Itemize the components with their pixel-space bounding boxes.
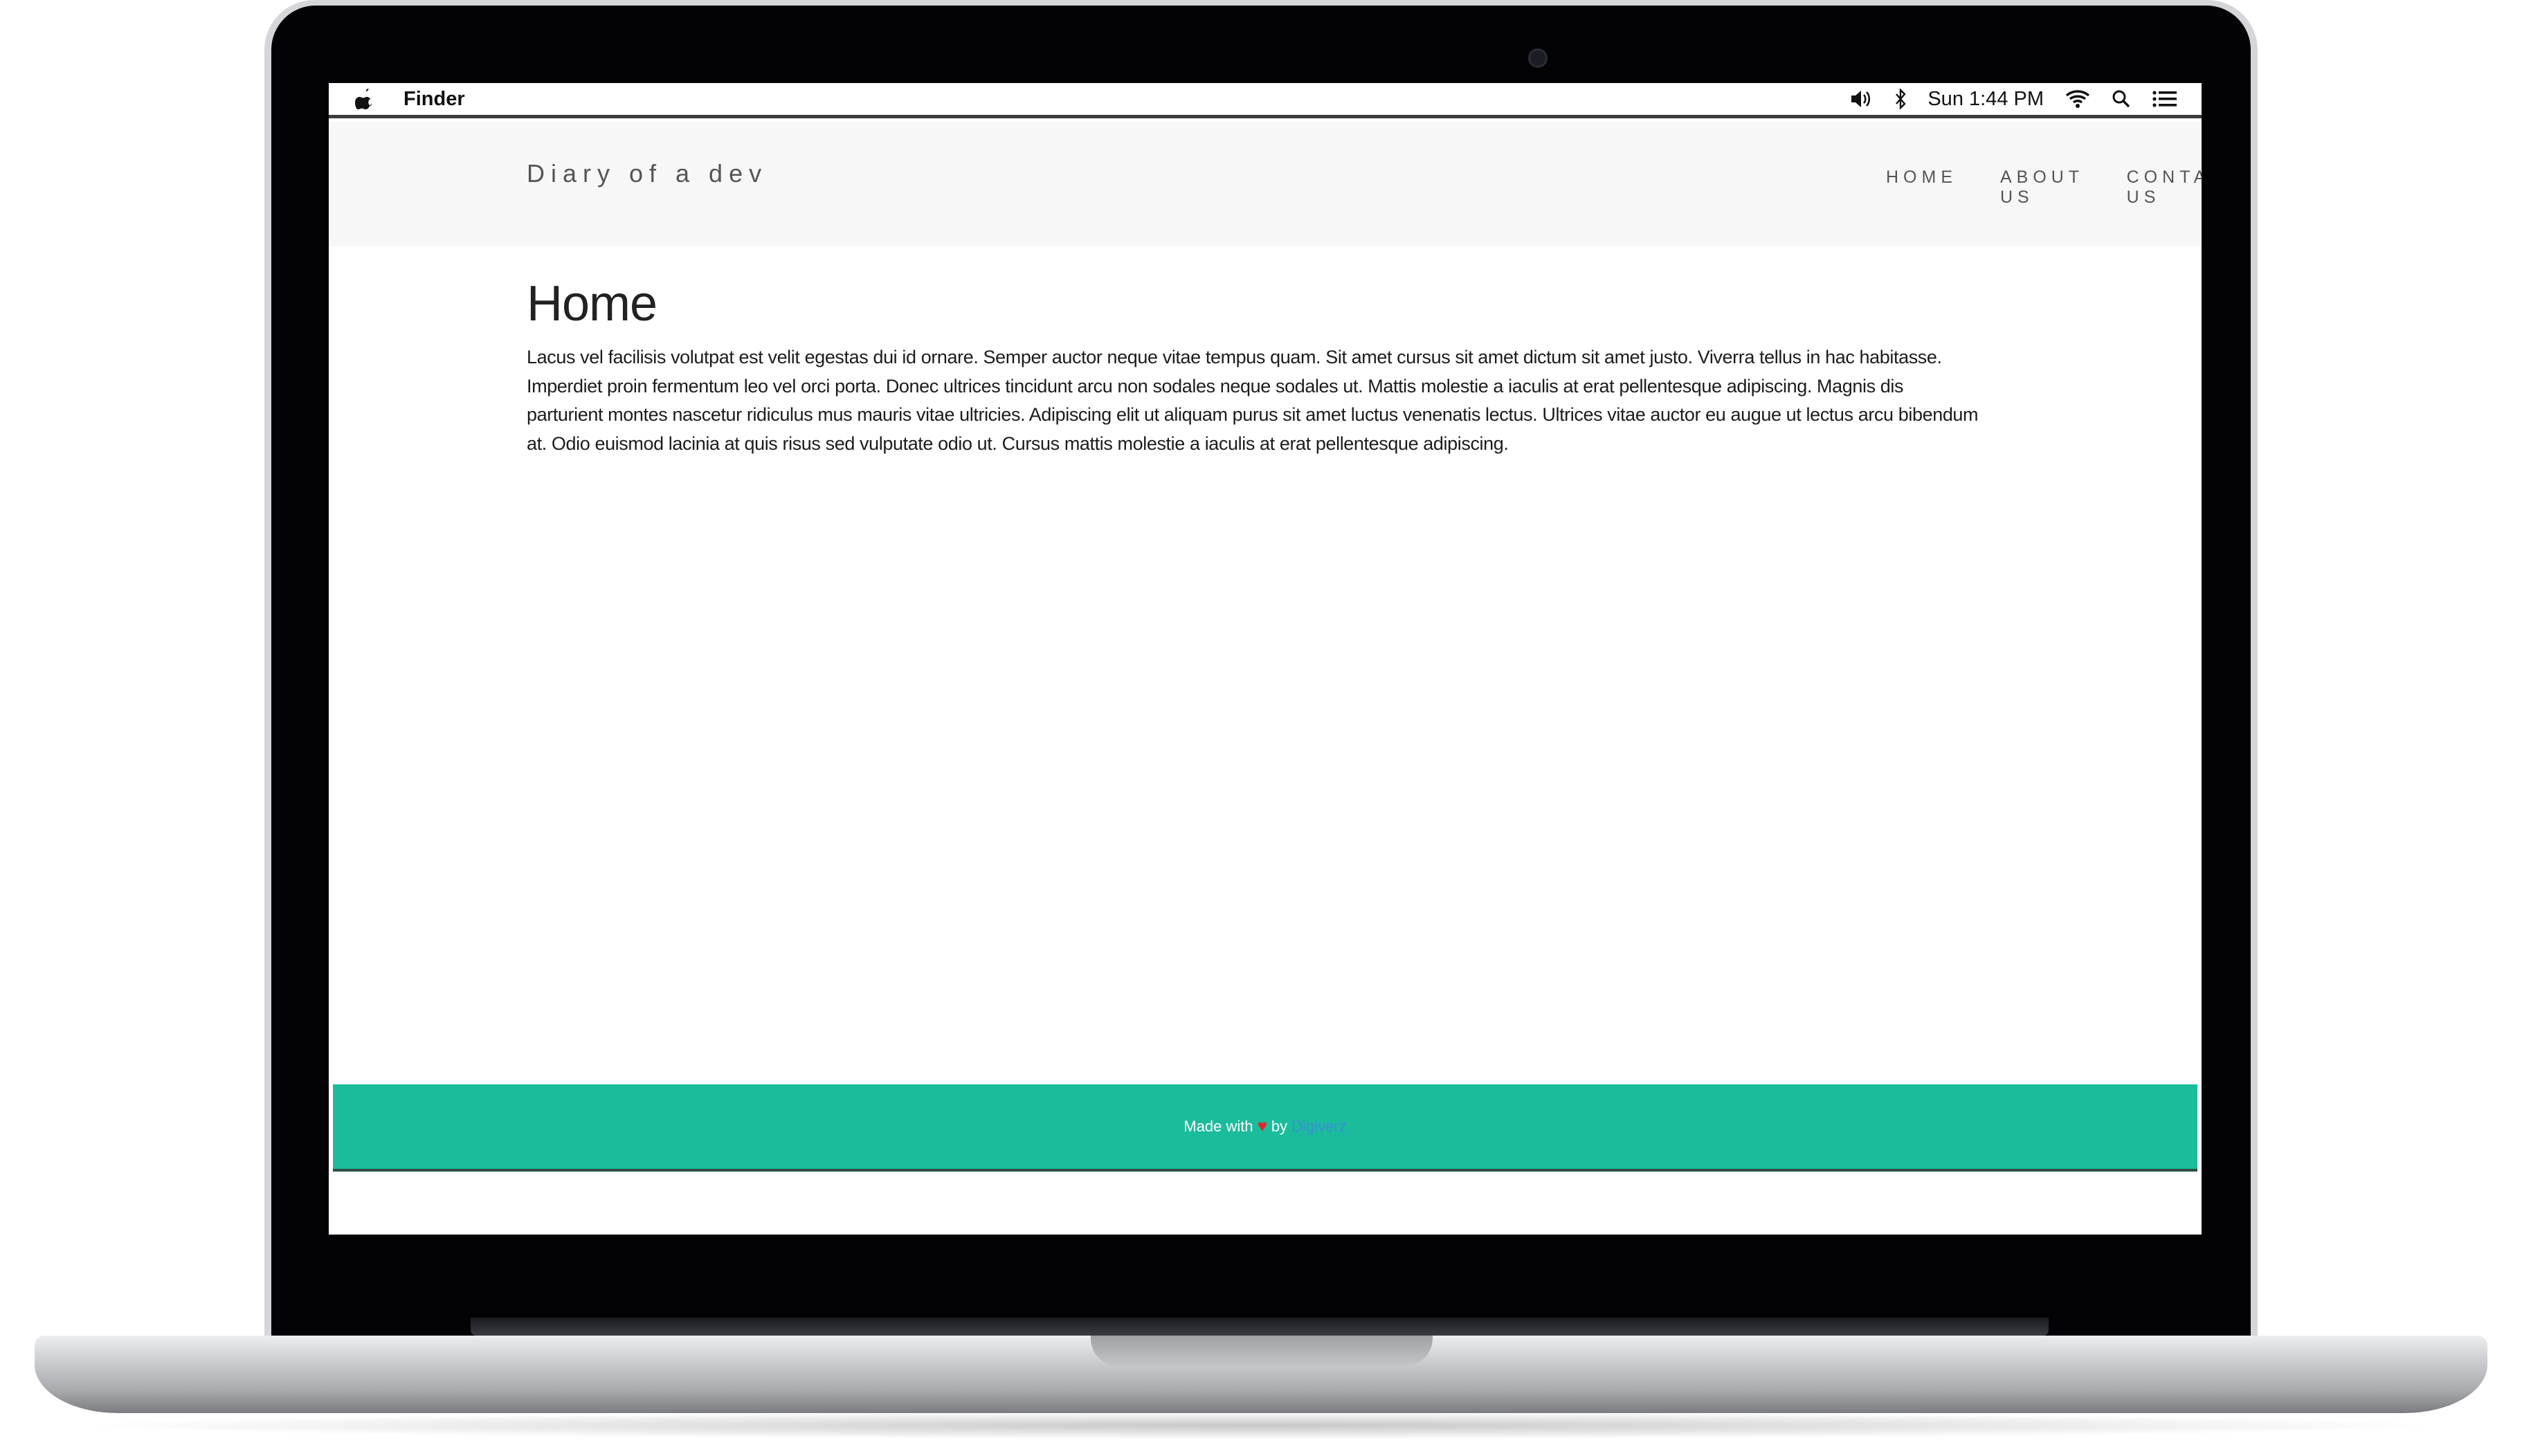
- screen: Finder Sun 1:44 PM Diary of a dev HOME A…: [329, 83, 2202, 1235]
- spotlight-search-icon[interactable]: [2112, 89, 2131, 109]
- nav-about-us[interactable]: ABOUT US: [2000, 167, 2084, 208]
- bluetooth-icon[interactable]: [1894, 89, 1907, 109]
- volume-icon[interactable]: [1850, 89, 1874, 109]
- camera: [1528, 48, 1548, 68]
- heart-icon: ♥: [1257, 1117, 1267, 1136]
- nav-contact-us[interactable]: CONTACT US: [2127, 167, 2202, 208]
- app-name[interactable]: Finder: [403, 88, 465, 111]
- apple-icon[interactable]: [355, 87, 374, 109]
- footer-author-link[interactable]: Digiverz: [1291, 1118, 1346, 1136]
- notification-center-icon[interactable]: [2152, 89, 2178, 109]
- main-content: Home Lacus vel facilisis volutpat est ve…: [527, 275, 1980, 458]
- menu-bar: Finder Sun 1:44 PM: [329, 83, 2202, 118]
- footer-made-with: Made with: [1183, 1118, 1253, 1135]
- site-header: Diary of a dev HOME ABOUT US CONTACT US: [329, 122, 2202, 246]
- clock[interactable]: Sun 1:44 PM: [1927, 88, 2044, 111]
- footer-by: by: [1271, 1118, 1288, 1135]
- laptop-notch: [1091, 1336, 1433, 1366]
- page-body-text: Lacus vel facilisis volutpat est velit e…: [527, 347, 1979, 454]
- site-brand[interactable]: Diary of a dev: [527, 159, 768, 188]
- nav-home[interactable]: HOME: [1886, 167, 1957, 208]
- laptop-shadow: [69, 1412, 2453, 1439]
- status-area: Sun 1:44 PM: [1850, 85, 2178, 113]
- site-footer: Made with ♥ by Digiverz: [333, 1084, 2197, 1172]
- site-nav: HOME ABOUT US CONTACT US: [1886, 167, 2202, 208]
- wifi-icon[interactable]: [2065, 89, 2091, 109]
- laptop-hinge: [471, 1318, 2049, 1336]
- page-title: Home: [527, 276, 657, 331]
